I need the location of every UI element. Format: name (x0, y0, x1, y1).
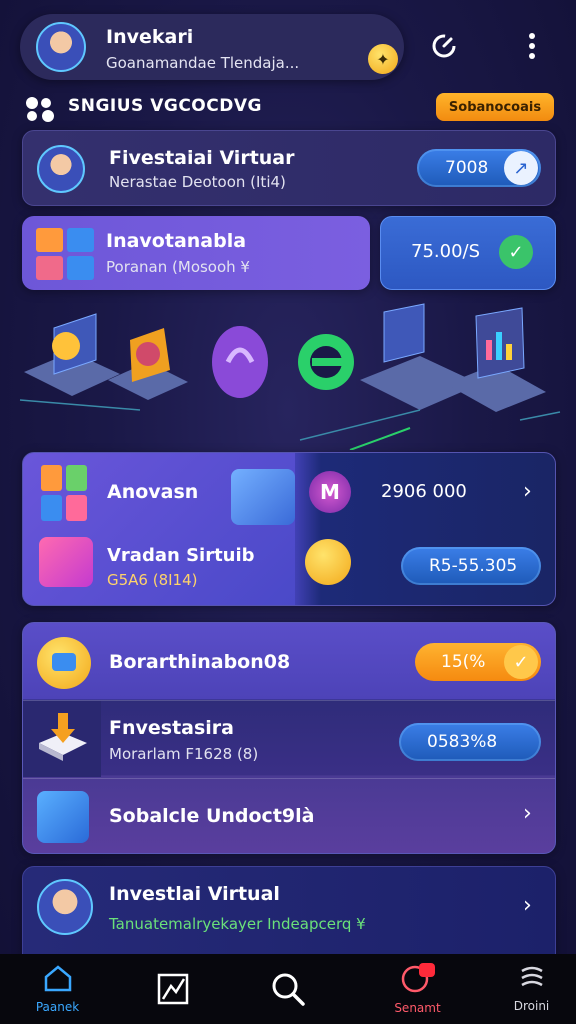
row-title: Anovasn (107, 481, 199, 503)
laptop-illustration-2 (108, 328, 188, 400)
investment-card-2[interactable]: Inavotanabla Poranan (Mosooh ¥ (22, 216, 370, 290)
trend-icon: ↗ (504, 151, 538, 185)
card-title: Fivestaiai Virtuar (109, 147, 295, 169)
more-button[interactable] (512, 26, 552, 66)
coin-icon (305, 539, 351, 585)
avatar (37, 145, 85, 193)
section-title: SNGIUS VGCOCDVG (68, 96, 262, 116)
portfolio-group-card[interactable]: Anovasn M 2906 000 › Vradan Sirtuib G5A6… (22, 452, 556, 606)
value-text: 15(% (441, 652, 486, 672)
avatar-tile-icon (231, 469, 295, 525)
refresh-button[interactable] (424, 26, 464, 66)
nav-notifications[interactable]: Senamt (360, 954, 475, 1024)
chart-icon (157, 973, 188, 1005)
card-subtitle: Poranan (Mosooh ¥ (106, 258, 250, 276)
nav-search[interactable] (230, 954, 345, 1024)
app-title: Invekari (106, 26, 194, 48)
row-subtitle: Morarlam F1628 (8) (109, 745, 259, 763)
card-title: Investlai Virtual (109, 883, 280, 905)
divider (23, 700, 555, 701)
value-pill[interactable]: R5-55.305 (401, 547, 541, 585)
divider (23, 778, 555, 779)
menu-icon (520, 966, 543, 987)
check-icon: ✓ (504, 645, 538, 679)
investment-card-1[interactable]: Fivestaiai Virtuar Nerastae Deotoon (Iti… (22, 130, 556, 206)
avatar[interactable] (36, 22, 86, 72)
bottom-navigation: Paanek Senamt Droini (0, 954, 576, 1024)
avatar (37, 879, 93, 935)
e-logo-illustration (298, 334, 354, 390)
value-pill[interactable]: 7008 ↗ (417, 149, 541, 187)
check-icon: ✓ (499, 235, 533, 269)
section-logo-icon (26, 97, 54, 122)
nav-menu[interactable]: Droini (474, 954, 576, 1024)
chevron-right-icon[interactable]: › (523, 801, 532, 826)
m-badge-icon: M (309, 471, 351, 513)
row-subtitle: G5A6 (8I14) (107, 571, 198, 589)
value-text: 0583%8 (427, 732, 498, 752)
grid-app-icon (36, 228, 94, 280)
value-text: 7008 (445, 158, 489, 178)
value-card[interactable]: 75.00/S ✓ (380, 216, 556, 290)
laptop-illustration-right (360, 303, 546, 412)
m-badge-text: M (320, 480, 340, 504)
apps-icon (41, 465, 87, 521)
briefcase-icon (39, 537, 93, 587)
nav-label: Senamt (394, 1001, 441, 1015)
value-pill[interactable]: 0583%8 (399, 723, 541, 761)
chevron-right-icon[interactable]: › (523, 479, 532, 504)
refresh-icon (432, 34, 456, 58)
notification-icon (401, 963, 435, 993)
shield-illustration (212, 326, 268, 398)
hero-illustration (19, 303, 561, 450)
chevron-right-icon[interactable]: › (523, 893, 532, 918)
row-value: 2906 000 (381, 481, 467, 502)
card-subtitle: Nerastae Deotoon (Iti4) (109, 173, 286, 191)
card-title: Inavotanabla (106, 230, 247, 252)
investment-list-card[interactable]: Borarthinabon08 15(% ✓ Fnvestasira Morar… (22, 622, 556, 854)
app-subtitle: Goanamandae Tlendaja... (106, 54, 300, 72)
investment-card-bottom[interactable]: Investlai Virtual Tanuatemalryekayer Ind… (22, 866, 556, 966)
row-title: Fnvestasira (109, 717, 235, 739)
nav-label: Paanek (35, 1000, 80, 1014)
more-vertical-icon (529, 33, 535, 59)
row-title: Borarthinabon08 (109, 651, 291, 673)
value-text: 75.00/S (411, 241, 481, 262)
percent-pill[interactable]: 15(% ✓ (415, 643, 541, 681)
nav-home[interactable]: Paanek (0, 954, 115, 1024)
home-icon (44, 965, 71, 992)
card-subtitle: Tanuatemalryekayer Indeapcerq ¥ (109, 915, 366, 933)
row-title: Sobalcle Undoct9là (109, 805, 315, 827)
row-title: Vradan Sirtuib (107, 545, 255, 566)
cube-icon (37, 791, 89, 843)
laptop-illustration-left (24, 313, 120, 396)
coin-icon (37, 637, 91, 689)
coin-icon[interactable]: ✦ (368, 44, 398, 74)
download-icon (39, 713, 87, 761)
nav-label: Droini (513, 999, 550, 1013)
search-icon (272, 973, 305, 1006)
profile-header[interactable]: Invekari Goanamandae Tlendaja... ✦ (20, 14, 404, 80)
value-text: R5-55.305 (429, 556, 518, 576)
nav-chart[interactable] (115, 954, 230, 1024)
section-badge-button[interactable]: Sobanocoais (436, 93, 554, 121)
